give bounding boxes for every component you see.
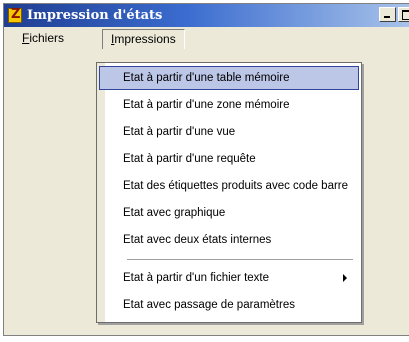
menu-fichiers[interactable]: Fichiers	[15, 29, 71, 47]
menu-item-etat-deux-etats-internes[interactable]: Etat avec deux états internes	[99, 228, 359, 252]
impressions-dropdown-menu: Etat à partir d'une table mémoire Etat à…	[96, 62, 362, 323]
menu-impressions-label: mpressions	[114, 32, 176, 46]
menu-item-etat-table-memoire[interactable]: Etat à partir d'une table mémoire	[99, 66, 359, 90]
window-controls	[379, 7, 409, 22]
menu-item-etat-etiquettes-code-barre[interactable]: Etat des étiquettes produits avec code b…	[99, 174, 359, 198]
minimize-icon[interactable]	[379, 7, 396, 22]
menu-item-etat-passage-parametres[interactable]: Etat avec passage de paramètres	[99, 293, 359, 317]
maximize-icon[interactable]	[398, 7, 409, 22]
menu-impressions[interactable]: Impressions	[102, 29, 185, 49]
menu-separator	[127, 259, 353, 260]
menu-item-etat-fichier-texte-label: Etat à partir d'un fichier texte	[123, 272, 270, 284]
submenu-arrow-icon	[343, 274, 347, 282]
title-bar[interactable]: Z Impression d'états	[4, 4, 409, 27]
menu-item-etat-fichier-texte[interactable]: Etat à partir d'un fichier texte	[99, 266, 359, 290]
menu-item-etat-zone-memoire[interactable]: Etat à partir d'une zone mémoire	[99, 93, 359, 117]
menu-item-etat-requete[interactable]: Etat à partir d'une requête	[99, 147, 359, 171]
app-logo-icon[interactable]: Z	[8, 7, 22, 23]
menu-fichiers-label: ichiers	[29, 31, 65, 45]
window-title: Impression d'états	[27, 8, 163, 23]
menu-item-etat-vue[interactable]: Etat à partir d'une vue	[99, 120, 359, 144]
app-logo-glyph: Z	[11, 7, 21, 22]
menu-item-etat-graphique[interactable]: Etat avec graphique	[99, 201, 359, 225]
menu-bar: Fichiers Impressions	[4, 27, 409, 49]
